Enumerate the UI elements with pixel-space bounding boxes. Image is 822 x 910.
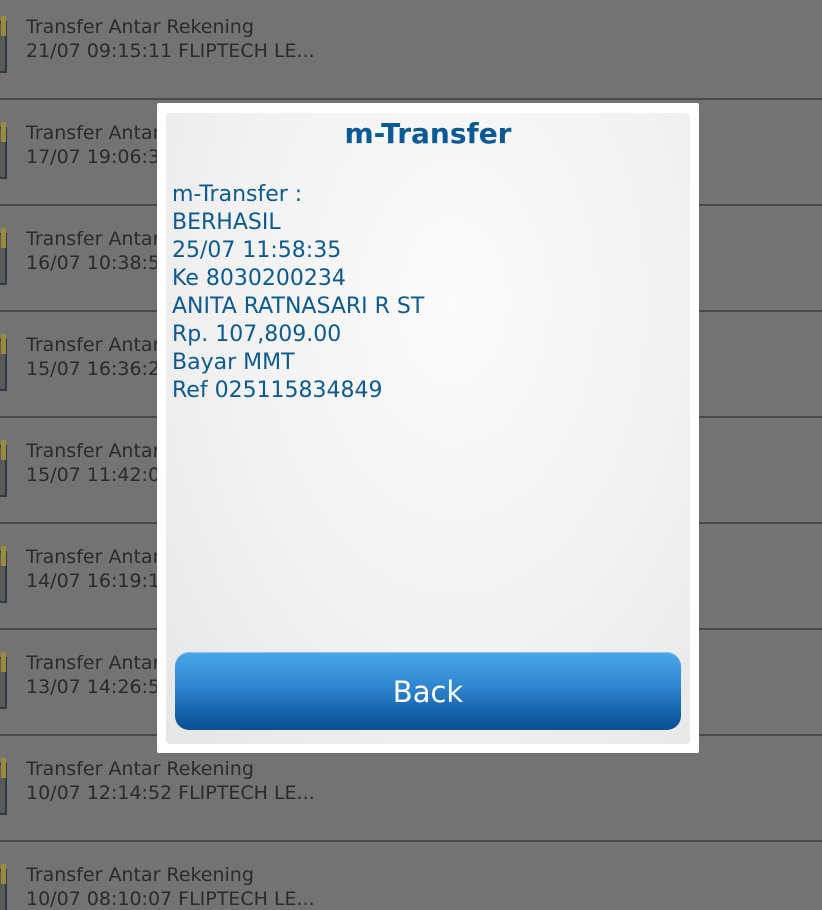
list-item-title: Transfer Antar Rekening [26,758,254,780]
mail-document-icon [0,652,7,709]
message-line-recipient-name: ANITA RATNASARI R ST [172,294,425,319]
message-line-header: m-Transfer : [172,182,303,207]
dialog-panel: m-Transfer m-Transfer : BERHASIL 25/07 1… [166,113,690,744]
mail-document-icon [0,546,7,603]
mail-document-icon [0,334,7,391]
mail-document-icon [0,864,7,910]
mail-document-icon [0,758,7,815]
mail-document-icon [0,440,7,497]
transfer-result-dialog: m-Transfer m-Transfer : BERHASIL 25/07 1… [157,103,699,753]
message-line-destination-account: Ke 8030200234 [172,266,346,291]
transfer-message: m-Transfer : BERHASIL 25/07 11:58:35 Ke … [172,181,424,405]
mail-document-icon [0,16,7,73]
mail-document-icon [0,122,7,179]
list-item-title: Transfer Antar Rekening [26,864,254,886]
back-button[interactable]: Back [175,652,681,730]
message-line-amount: Rp. 107,809.00 [172,322,342,347]
dialog-title: m-Transfer [344,117,512,150]
list-item[interactable]: Transfer Antar Rekening 21/07 09:15:11 F… [0,0,822,100]
list-item[interactable]: Transfer Antar Rekening 10/07 08:10:07 F… [0,842,822,910]
mail-document-icon [0,228,7,285]
message-line-description: Bayar MMT [172,350,295,375]
list-item-subtitle: 21/07 09:15:11 FLIPTECH LE... [26,40,315,62]
message-line-datetime: 25/07 11:58:35 [172,238,342,263]
message-line-reference: Ref 025115834849 [172,378,383,403]
list-item-title: Transfer Antar Rekening [26,16,254,38]
list-item-subtitle: 10/07 08:10:07 FLIPTECH LE... [26,888,315,910]
list-item-subtitle: 10/07 12:14:52 FLIPTECH LE... [26,782,315,804]
message-line-status: BERHASIL [172,210,281,235]
